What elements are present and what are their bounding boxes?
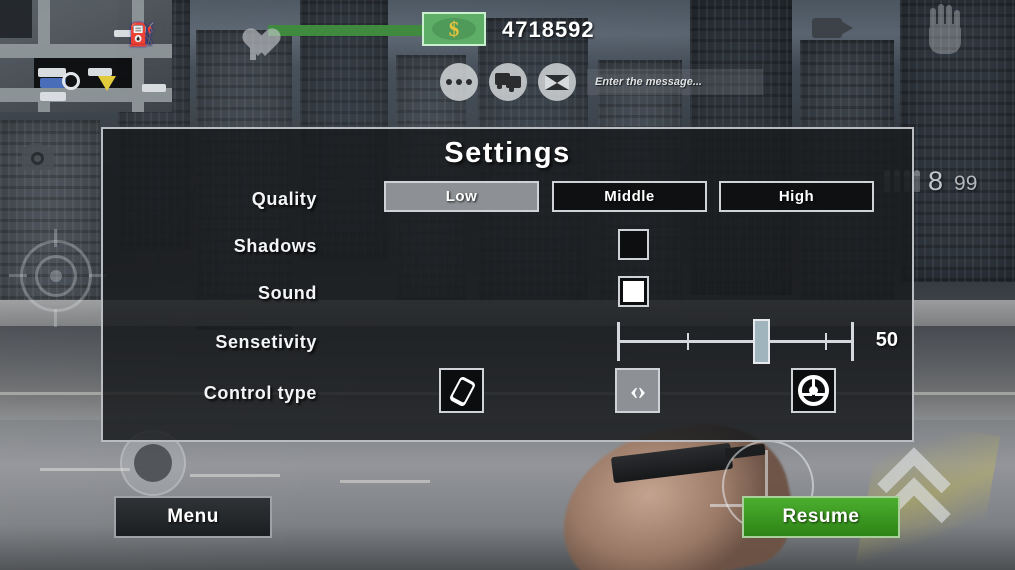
hand-icon[interactable] — [925, 4, 965, 54]
slider-end-max — [851, 322, 854, 361]
player-marker — [98, 76, 116, 91]
resume-button[interactable]: Resume — [742, 496, 900, 538]
quality-option-high[interactable]: High — [719, 181, 874, 212]
crosshair-icon — [9, 229, 107, 327]
envelope-icon — [545, 74, 569, 90]
settings-rows: Quality Low Middle High Shadows Sound Se… — [103, 176, 912, 419]
gas-station-icon: ⛽ — [128, 22, 156, 47]
settings-title: Settings — [444, 137, 571, 169]
sensitivity-label: Sensetivity — [215, 331, 317, 352]
health-track — [268, 24, 428, 36]
sound-checkbox[interactable] — [618, 276, 649, 307]
game-screen: ⛽ $ 4718592 Enter the message... 8 99 Se… — [0, 0, 1015, 570]
control-option-arrows[interactable]: ‹› — [615, 368, 660, 413]
video-camera-icon[interactable] — [812, 18, 853, 38]
control-type-label: Control type — [203, 382, 317, 403]
ammo-current: 8 — [928, 166, 944, 196]
dollar-bill-icon: $ — [422, 12, 486, 46]
sensitivity-slider[interactable]: 50 — [617, 319, 898, 364]
settings-row-sound: Sound — [103, 270, 912, 317]
sensitivity-value: 50 — [875, 329, 898, 351]
ammo-reserve: 99 — [954, 172, 978, 195]
chat-controls: Enter the message... — [440, 63, 763, 101]
movement-joystick-knob[interactable] — [134, 444, 172, 482]
dollar-symbol: $ — [432, 17, 476, 41]
minimap[interactable]: ⛽ — [0, 0, 172, 112]
shadows-checkbox[interactable] — [618, 229, 649, 260]
health-bar — [236, 14, 428, 60]
settings-row-sensitivity: Sensetivity 50 — [103, 317, 912, 367]
tilt-phone-icon — [447, 375, 477, 407]
slider-handle[interactable] — [753, 319, 771, 364]
shadows-label: Shadows — [233, 236, 317, 256]
heart-icon — [236, 14, 270, 60]
settings-panel: Settings Quality Low Middle High Shadows — [101, 127, 914, 442]
photo-camera-icon[interactable] — [22, 143, 54, 170]
left-right-arrows-icon: ‹› — [629, 375, 646, 405]
quick-chat-button[interactable] — [440, 63, 478, 101]
ellipsis-icon — [446, 79, 472, 85]
control-option-tilt[interactable] — [439, 368, 484, 413]
menu-button[interactable]: Menu — [114, 496, 272, 538]
quality-option-low[interactable]: Low — [384, 181, 539, 212]
chat-bubbles-icon — [495, 73, 521, 92]
slider-tick — [824, 333, 827, 350]
slider-track — [617, 340, 854, 343]
sound-label: Sound — [258, 283, 317, 303]
message-input[interactable]: Enter the message... — [587, 69, 763, 95]
slider-end-min — [617, 322, 620, 361]
settings-row-control-type: Control type ‹› — [103, 367, 912, 419]
money-amount: 4718592 — [502, 17, 595, 42]
steering-wheel-icon — [798, 375, 829, 406]
quality-option-middle[interactable]: Middle — [552, 181, 707, 212]
quality-label: Quality — [251, 189, 317, 209]
chat-log-button[interactable] — [489, 63, 527, 101]
settings-row-shadows: Shadows — [103, 223, 912, 270]
ammo-counter: 8 99 — [928, 166, 977, 197]
settings-row-quality: Quality Low Middle High — [103, 176, 912, 223]
control-option-wheel[interactable] — [791, 368, 836, 413]
message-placeholder: Enter the message... — [595, 76, 702, 88]
slider-tick — [687, 333, 690, 350]
mail-button[interactable] — [538, 63, 576, 101]
